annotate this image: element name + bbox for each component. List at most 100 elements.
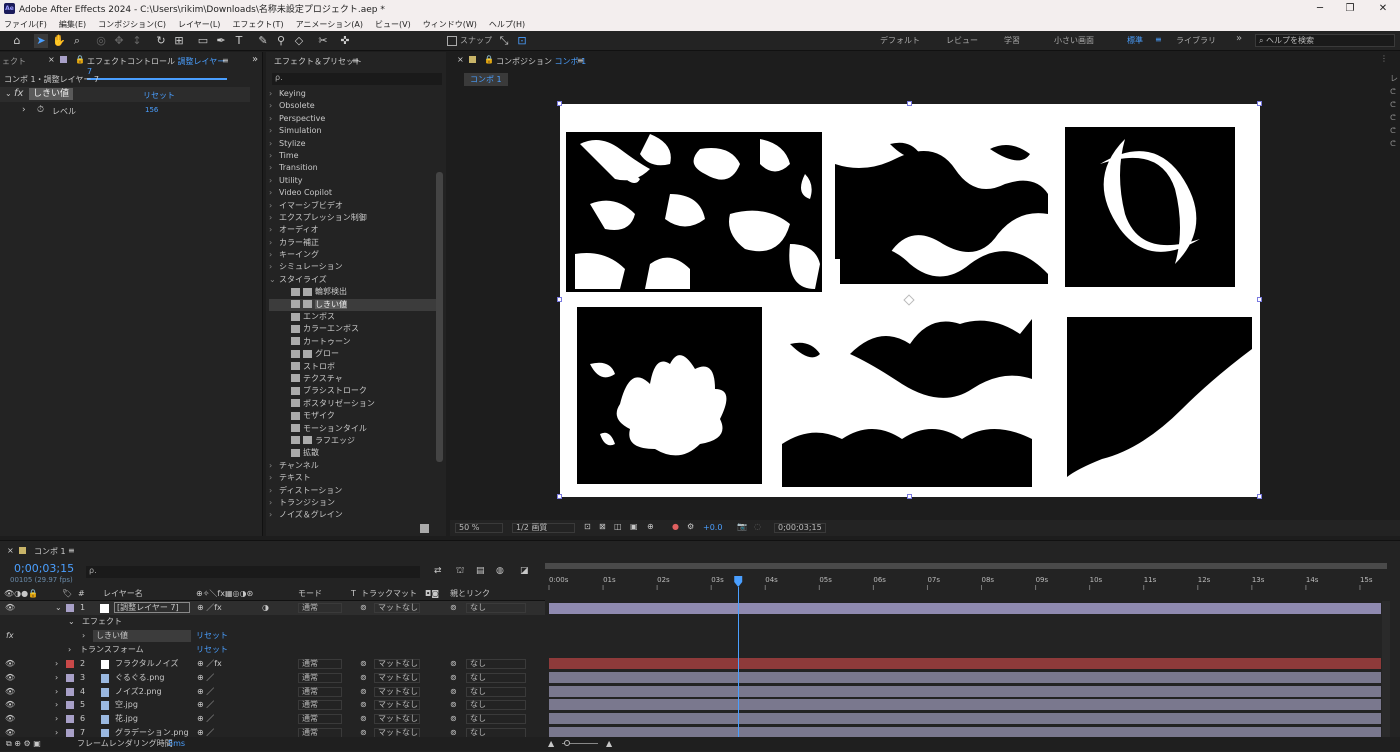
layer-name[interactable]: ノイズ2.png	[115, 685, 162, 699]
effect-row[interactable]: fx › しきい値 リセット	[0, 629, 545, 643]
matte-dropdown[interactable]: マットなし	[374, 700, 420, 711]
effect-item[interactable]: ポスタリゼーション	[269, 398, 437, 410]
parent-dropdown[interactable]: なし	[466, 714, 526, 725]
collapse-chevron-icon[interactable]: ⌄	[5, 89, 12, 98]
effect-item-selected[interactable]: しきい値	[269, 298, 437, 312]
category-row[interactable]: › Perspective	[269, 113, 437, 125]
selection-tool-icon[interactable]: ➤	[34, 34, 48, 48]
mode-dropdown[interactable]: 通常	[298, 714, 342, 725]
workspace-default[interactable]: デフォルト	[880, 35, 920, 46]
workspace-small-screen[interactable]: 小さい画面	[1054, 35, 1094, 46]
parent-pickwhip-icon[interactable]: ⊚	[450, 671, 457, 685]
composition-viewer[interactable]	[557, 101, 1262, 499]
menu-file[interactable]: ファイル(F)	[4, 19, 47, 30]
frame-blending-icon[interactable]: ▤	[476, 566, 485, 576]
mode-dropdown[interactable]: 通常	[298, 672, 342, 683]
visibility-eye-icon[interactable]: 👁	[5, 712, 15, 726]
transform-handle[interactable]	[557, 494, 562, 499]
adjustment-switch-icon[interactable]: ◑	[262, 601, 269, 615]
orbit-tool-icon[interactable]: ◎	[94, 34, 108, 48]
expand-chevron-icon[interactable]: ›	[55, 698, 58, 712]
timeline-menu-icon[interactable]: ≡	[68, 546, 75, 555]
exposure-value[interactable]: +0.0	[703, 523, 722, 532]
time-ruler[interactable]: 0:00s 01s 02s 03s 04s 05s 06s 07s 08s 09s 10s 11s 12…	[545, 563, 1387, 599]
help-search-input[interactable]: ⌕ ヘルプを検索	[1255, 34, 1395, 47]
puppet-tool-icon[interactable]: ✜	[338, 34, 352, 48]
effect-item[interactable]: 輪郭検出	[269, 286, 437, 298]
mode-dropdown[interactable]: 通常	[298, 686, 342, 697]
color-channels-icon[interactable]: ●	[672, 522, 679, 531]
category-row[interactable]: › イマーシブビデオ	[269, 200, 437, 212]
brush-tool-icon[interactable]: ✎	[256, 34, 270, 48]
effects-scrollbar[interactable]	[436, 172, 443, 462]
effect-reset-link[interactable]: リセット	[196, 629, 228, 643]
collapse-chevron-icon[interactable]: ⌄	[55, 601, 62, 615]
layer-bar-1[interactable]	[549, 603, 1381, 614]
effect-item[interactable]: カートゥーン	[269, 336, 437, 348]
parent-dropdown[interactable]: なし	[466, 700, 526, 711]
effect-item[interactable]: エンボス	[269, 311, 437, 323]
playhead-line[interactable]	[738, 587, 740, 737]
workspace-library[interactable]: ライブラリ	[1176, 35, 1216, 46]
effects-search-input[interactable]: ρ.	[272, 73, 442, 85]
pen-tool-icon[interactable]: ✒	[214, 34, 228, 48]
hand-tool-icon[interactable]: ✋	[52, 34, 66, 48]
layer-name[interactable]: 空.jpg	[115, 698, 138, 712]
effect-item[interactable]: ラフエッジ	[269, 435, 437, 447]
snap-options-icon[interactable]: ⤡	[497, 34, 511, 48]
category-row[interactable]: › チャンネル	[269, 460, 437, 472]
label-color[interactable]	[66, 660, 74, 668]
menu-edit[interactable]: 編集(E)	[59, 19, 86, 30]
close-button[interactable]: ✕	[1368, 0, 1398, 17]
side-tool-icon[interactable]: ᕦ	[1390, 100, 1396, 109]
effect-item[interactable]: テクスチャ	[269, 373, 437, 385]
effect-item[interactable]: ブラシストローク	[269, 385, 437, 397]
comp-panel-menu-icon[interactable]: ≡	[577, 56, 584, 65]
layer-bar-4[interactable]	[549, 685, 1381, 697]
transform-handle[interactable]	[557, 297, 562, 302]
rotate-tool-icon[interactable]: ↻	[154, 34, 168, 48]
left-tab-label[interactable]: ェクト	[2, 56, 26, 67]
stopwatch-icon[interactable]: ⏱	[37, 105, 44, 115]
category-row-open[interactable]: ⌄ スタイライズ	[269, 274, 437, 286]
category-row[interactable]: › ディストーション	[269, 485, 437, 497]
category-row[interactable]: › Video Copilot	[269, 187, 437, 199]
layer-name[interactable]: フラクタルノイズ	[115, 657, 178, 671]
label-color[interactable]	[66, 687, 74, 696]
visibility-eye-icon[interactable]: 👁	[5, 698, 15, 712]
expand-chevron-icon[interactable]: ›	[55, 671, 58, 685]
matte-link-icon[interactable]: ⊚	[360, 712, 367, 726]
lock-icon[interactable]: 🔒	[75, 55, 85, 64]
snapshot-icon[interactable]: 📷	[737, 522, 747, 531]
anchor-tool-icon[interactable]: ⊞	[172, 34, 186, 48]
side-tool-icon[interactable]: ᕦ	[1390, 113, 1396, 122]
layer-row-1[interactable]: 👁 ⌄ 1 [調整レイヤー 7] ⊕ ／fx ◑ 通常 ⊚ マットなし ⊚ なし	[0, 601, 545, 615]
composition-tab[interactable]: コンポジション コンポ 1	[496, 56, 586, 67]
matte-dropdown[interactable]: マットなし	[374, 659, 420, 669]
category-row[interactable]: › Utility	[269, 175, 437, 187]
category-row[interactable]: › Transition	[269, 162, 437, 174]
parent-dropdown[interactable]: なし	[466, 603, 526, 613]
matte-link-icon[interactable]: ⊚	[360, 601, 367, 615]
effects-panel-menu-icon[interactable]: ≡	[352, 56, 359, 65]
menu-help[interactable]: ヘルプ(H)	[489, 19, 525, 30]
label-color[interactable]	[66, 729, 74, 737]
new-folder-icon[interactable]	[420, 524, 429, 533]
layer-bar-5[interactable]	[549, 699, 1381, 711]
transform-handle[interactable]	[1257, 101, 1262, 106]
category-row[interactable]: › オーディオ	[269, 224, 437, 236]
resolution-dropdown[interactable]: 1/2 画質	[512, 523, 575, 533]
matte-dropdown[interactable]: マットなし	[374, 686, 420, 697]
matte-link-icon[interactable]: ⊚	[360, 657, 367, 671]
effect-controls-tab[interactable]: エフェクトコントロール 調整レイヤー 7	[87, 56, 227, 80]
effects-presets-tab[interactable]: エフェクト＆プリセット	[274, 56, 362, 67]
parent-pickwhip-icon[interactable]: ⊚	[450, 685, 457, 699]
label-color[interactable]	[66, 701, 74, 710]
effect-item[interactable]: グロー	[269, 348, 437, 360]
layer-bar-6[interactable]	[549, 713, 1381, 725]
comp-lock-icon[interactable]: 🔒	[484, 55, 494, 64]
parent-dropdown[interactable]: なし	[466, 672, 526, 683]
effect-item[interactable]: ストロボ	[269, 361, 437, 373]
category-row[interactable]: › カラー補正	[269, 237, 437, 249]
zoom-slider-knob[interactable]	[564, 740, 570, 746]
